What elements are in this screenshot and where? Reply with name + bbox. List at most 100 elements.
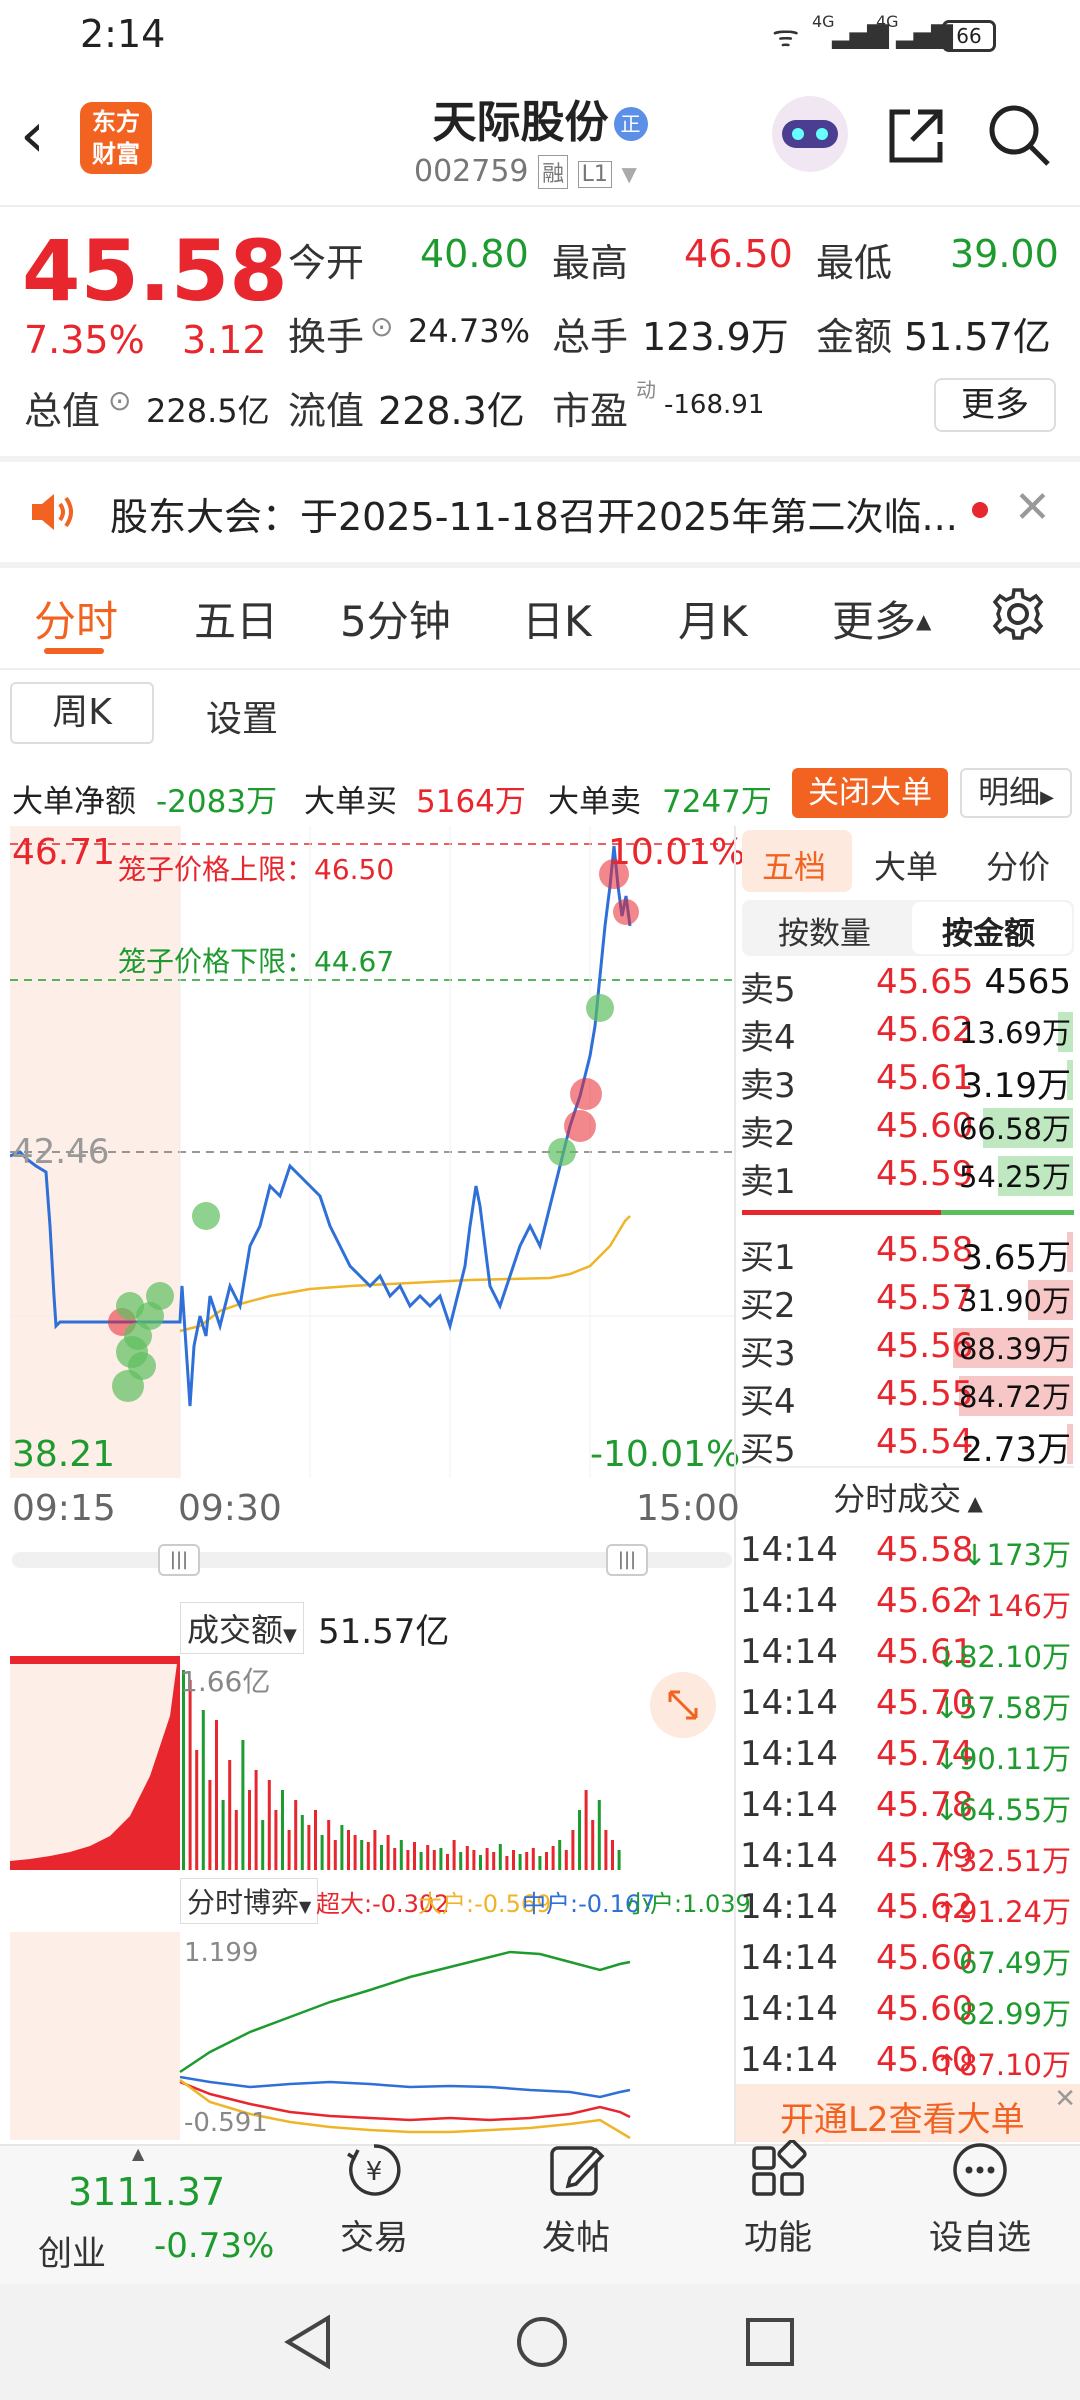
- tick-direction: ↑: [934, 1844, 959, 1878]
- toggle-by-amount[interactable]: 按金额: [942, 908, 1035, 953]
- home-icon[interactable]: [514, 2314, 570, 2370]
- tick-volume-value: 57.58万: [958, 1691, 1071, 1725]
- close-icon[interactable]: ✕: [1054, 2084, 1076, 2114]
- expand-button[interactable]: [650, 1672, 716, 1738]
- tab-monthly-k[interactable]: 月K: [678, 588, 748, 649]
- chevron-right-icon: ▶: [1040, 787, 1054, 808]
- range-handle-left[interactable]: |||: [158, 1544, 200, 1576]
- back-icon[interactable]: [282, 2314, 334, 2370]
- system-nav-bar: [0, 2284, 1080, 2400]
- chart-top-price: 46.71: [12, 832, 116, 873]
- big-order-bar: 大单净额 -2083万 大单买 5164万 大单卖 7247万 关闭大单 明细▶: [0, 768, 1080, 824]
- ask-price: 45.61: [876, 1058, 974, 1098]
- flow-small-line: [179, 1950, 631, 2074]
- tab-5min[interactable]: 5分钟: [340, 588, 451, 649]
- stock-badge: 正: [613, 107, 648, 141]
- tab-five-levels[interactable]: 五档: [762, 842, 826, 888]
- bid-row[interactable]: 买3 45.56 88.39万: [740, 1326, 1075, 1374]
- bid-volume: 31.90万: [958, 1284, 1071, 1318]
- ask-price: 45.65: [876, 962, 974, 1002]
- share-icon[interactable]: [884, 104, 948, 168]
- open-label: 今开: [288, 241, 365, 285]
- ask-row[interactable]: 卖1 45.59 54.25万: [740, 1154, 1075, 1202]
- tab-intraday[interactable]: 分时: [34, 588, 118, 649]
- tab-big-orders[interactable]: 大单: [874, 842, 938, 888]
- ask-row[interactable]: 卖3 45.61 3.19万: [740, 1058, 1075, 1106]
- robot-assistant-icon[interactable]: [772, 96, 848, 172]
- volume-max-label: 1.66亿: [180, 1665, 271, 1698]
- status-time: 2:14: [80, 12, 166, 56]
- tick-time: 14:14: [740, 1887, 838, 1927]
- open-value: 40.80: [420, 232, 529, 276]
- chevron-down-icon: ▼: [299, 1897, 312, 1916]
- tab-more-label: 更多: [832, 597, 917, 646]
- bid-row[interactable]: 买5 45.54 2.73万: [740, 1422, 1075, 1470]
- unread-dot: [972, 502, 988, 518]
- pe-superscript: 动: [636, 378, 656, 402]
- flow-chart[interactable]: 1.199 -0.591: [10, 1932, 734, 2140]
- tick-volume: ↓57.58万: [935, 1685, 1071, 1727]
- nav-post[interactable]: 发帖: [476, 2140, 676, 2259]
- stock-code-row[interactable]: 002759 融 L1 ▼: [414, 154, 637, 189]
- notice-bar[interactable]: 股东大会：于2025-11-18召开2025年第二次临... ✕: [0, 462, 1080, 562]
- bid-volume: 3.65万: [961, 1238, 1071, 1278]
- nav-trade[interactable]: ¥ 交易: [274, 2140, 474, 2259]
- ask-row[interactable]: 卖5 45.65 4565: [740, 962, 1075, 1010]
- info-icon[interactable]: ⊙: [370, 310, 393, 343]
- search-icon[interactable]: [986, 102, 1052, 168]
- volume-selector[interactable]: 成交额▼: [180, 1602, 304, 1654]
- change-amount: 3.12: [182, 318, 267, 362]
- info-icon[interactable]: ⊙: [108, 384, 131, 417]
- big-net-label: 大单净额: [12, 784, 136, 820]
- toggle-by-qty[interactable]: 按数量: [778, 908, 871, 953]
- avg-price-line: [179, 1215, 631, 1333]
- close-icon[interactable]: ✕: [1014, 482, 1051, 533]
- status-bar: 2:14 ᯤ 4G ▂▄▆ 4G ▂▄▆ 66: [0, 0, 1080, 76]
- mktcap-value: 228.5亿: [146, 392, 270, 430]
- recents-icon[interactable]: [744, 2316, 796, 2368]
- quote-panel: 45.58 7.35% 3.12 今开 40.80 最高 46.50 最低 39…: [0, 210, 1080, 450]
- tick-row: 14:14 45.70 ↓57.58万: [740, 1683, 1075, 1733]
- tick-time: 14:14: [740, 1581, 838, 1621]
- nav-functions[interactable]: 功能: [678, 2139, 878, 2259]
- bid-row[interactable]: 买2 45.57 31.90万: [740, 1278, 1075, 1326]
- intraday-chart[interactable]: 46.71 10.01% 笼子价格上限：46.50 笼子价格下限：44.67 4…: [9, 826, 745, 1478]
- tab-settings[interactable]: 设置: [206, 690, 278, 742]
- ticks-title-row[interactable]: 分时成交 ▲: [742, 1474, 1074, 1520]
- nav-watchlist[interactable]: 设自选: [880, 2140, 1080, 2259]
- tick-time: 14:14: [740, 1734, 838, 1774]
- l2-promo-banner[interactable]: 开通L2查看大单 ✕: [736, 2084, 1080, 2142]
- bid-row[interactable]: 买4 45.55 84.72万: [740, 1374, 1075, 1422]
- bid-row[interactable]: 买1 45.58 3.65万: [740, 1230, 1075, 1278]
- detail-label: 明细: [978, 775, 1041, 811]
- bid-label: 买5: [740, 1430, 796, 1470]
- volume-chart[interactable]: 1.66亿: [10, 1656, 734, 1870]
- tick-row: 14:14 45.60 82.99万: [740, 1989, 1075, 2039]
- tab-price-dist[interactable]: 分价: [986, 842, 1050, 888]
- tick-direction: ↓: [934, 1742, 959, 1776]
- signal-icon: ▂▄▆: [896, 16, 953, 49]
- tab-weekly-k[interactable]: 周K: [10, 682, 154, 744]
- nav-functions-label: 功能: [744, 2218, 812, 2258]
- gear-icon[interactable]: [990, 586, 1046, 642]
- tab-more[interactable]: 更多▲: [832, 588, 931, 649]
- range-handle-right[interactable]: |||: [606, 1544, 648, 1576]
- flow-selector[interactable]: 分时博弈▼: [180, 1878, 319, 1924]
- bid-volume: 84.72万: [958, 1380, 1071, 1414]
- more-button[interactable]: 更多: [934, 378, 1056, 432]
- ask-row[interactable]: 卖4 45.62 13.69万: [740, 1010, 1075, 1058]
- tick-row: 14:14 45.74 ↓90.11万: [740, 1734, 1075, 1784]
- tick-row: 14:14 45.61 ↓82.10万: [740, 1632, 1075, 1682]
- close-big-orders-button[interactable]: 关闭大单: [792, 768, 948, 818]
- big-net-value: -2083万: [156, 784, 278, 820]
- tick-time: 14:14: [740, 1785, 838, 1825]
- ask-row[interactable]: 卖2 45.60 66.58万: [740, 1106, 1075, 1154]
- detail-button[interactable]: 明细▶: [960, 768, 1072, 818]
- tick-volume: ↓90.11万: [935, 1736, 1071, 1778]
- stock-name: 天际股份: [432, 97, 609, 148]
- tab-daily-k[interactable]: 日K: [522, 588, 592, 649]
- tick-direction: ↑: [934, 2048, 959, 2082]
- tick-time: 14:14: [740, 1530, 838, 1570]
- index-widget[interactable]: ▲ 3111.37 创业 -0.73%: [0, 2144, 300, 2284]
- tab-five-day[interactable]: 五日: [194, 588, 278, 649]
